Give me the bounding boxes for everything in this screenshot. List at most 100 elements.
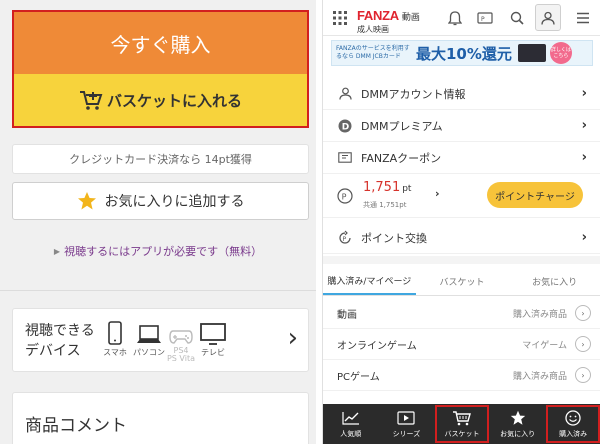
nav-label: シリーズ <box>392 430 421 438</box>
device-caption: スマホ <box>103 348 127 357</box>
devices-label: 視聴できる デバイス <box>25 321 95 361</box>
tab-basket[interactable]: バスケット <box>416 268 509 295</box>
product-purchase-panel: 今すぐ購入 バスケットに入れる クレジットカード決済なら 14pt獲得 お気に入… <box>0 0 316 444</box>
device-caption: テレビ <box>201 348 225 357</box>
section-name: 動画 <box>401 13 420 23</box>
menu-item-label: ポイント交換 <box>361 231 427 245</box>
list-item-video[interactable]: 動画 購入済み商品 › <box>323 298 600 329</box>
nav-label: お気に入り <box>500 430 536 438</box>
notifications-button[interactable] <box>445 8 465 28</box>
purchased-icon <box>565 410 581 426</box>
app-required-text: 視聴するにはアプリが必要です（無料） <box>64 245 263 258</box>
menu-item-dmm-premium[interactable]: D DMMプレミアム › <box>323 110 600 142</box>
device-pc: パソコン <box>131 319 167 358</box>
nav-basket[interactable]: バスケット <box>434 404 490 444</box>
add-to-favorites-button[interactable]: お気に入りに追加する <box>12 182 309 220</box>
chevron-right-icon: › <box>287 323 298 353</box>
chevron-right-icon: › <box>581 150 587 165</box>
nav-series[interactable]: シリーズ <box>379 404 435 444</box>
chevron-circle-icon: › <box>575 367 591 383</box>
chevron-right-icon: › <box>581 118 587 133</box>
bottom-navigation: 人気順 シリーズ バスケット お気に入り 購入済み <box>323 404 600 444</box>
menu-item-label: DMMプレミアム <box>361 119 443 133</box>
section-gap <box>323 256 600 264</box>
device-tv: テレビ <box>195 319 231 358</box>
header-bar: FANZA 動画 成人映画 P <box>323 0 600 36</box>
point-charge-label: ポイントチャージ <box>495 191 575 203</box>
nav-label: 購入済み <box>559 430 588 438</box>
list-item-link-text: 購入済み商品 <box>512 310 567 320</box>
person-icon <box>337 86 353 102</box>
app-required-link[interactable]: ▶ 視聴するにはアプリが必要です（無料） <box>0 240 316 262</box>
product-comment-section: 商品コメント <box>12 392 309 444</box>
svg-text:P: P <box>481 16 485 23</box>
chevron-circle-icon: › <box>575 305 591 321</box>
list-item-label: オンラインゲーム <box>337 340 417 352</box>
add-to-favorites-label: お気に入りに追加する <box>104 194 245 210</box>
menu-item-fanza-coupon[interactable]: FANZAクーポン › <box>323 142 600 174</box>
hamburger-menu-button[interactable] <box>573 8 593 28</box>
banner-big-text: 最大10%還元 <box>416 44 512 63</box>
tab-purchased-mypage[interactable]: 購入済み/マイページ <box>323 268 416 295</box>
buy-now-button[interactable]: 今すぐ購入 <box>12 10 309 74</box>
coupon-icon <box>337 150 353 166</box>
chevron-right-icon[interactable]: › <box>435 187 440 200</box>
points-total: 共通 1,751pt <box>363 201 407 209</box>
ranking-icon <box>342 412 359 425</box>
credit-points-text: クレジットカード決済なら 14pt獲得 <box>69 153 252 166</box>
points-balance-row: P 1,751 pt 共通 1,751pt › ポイントチャージ <box>323 174 600 218</box>
banner-badge: 詳しくはこちら <box>549 42 572 64</box>
svg-text:D: D <box>342 122 349 132</box>
device-smartphone: スマホ <box>97 319 133 358</box>
user-icon <box>541 11 555 25</box>
fanza-logo[interactable]: FANZA 動画 成人映画 <box>357 5 420 35</box>
exchange-icon: P <box>339 230 351 244</box>
star-icon <box>77 192 96 210</box>
menu-item-label: FANZAクーポン <box>361 151 442 165</box>
nav-label: 人気順 <box>340 430 362 438</box>
nav-purchased[interactable]: 購入済み <box>545 404 600 444</box>
add-to-basket-button[interactable]: バスケットに入れる <box>12 74 309 128</box>
nav-label: バスケット <box>444 430 480 438</box>
screen: 今すぐ購入 バスケットに入れる クレジットカード決済なら 14pt獲得 お気に入… <box>0 0 600 444</box>
menu-item-point-exchange[interactable]: P ポイント交換 › <box>323 222 600 254</box>
account-menu-panel: FANZA 動画 成人映画 P FANZAのサービスを利用するなら DMM JC… <box>322 0 600 444</box>
mypage-tabs: 購入済み/マイページ バスケット お気に入り <box>323 268 600 296</box>
nav-ranking[interactable]: 人気順 <box>323 404 379 444</box>
points-coin-icon: P <box>337 188 353 204</box>
divider <box>0 290 316 291</box>
tab-favorites[interactable]: お気に入り <box>508 268 600 295</box>
device-caption: PS4 PS Vita <box>166 346 195 363</box>
points-unit: pt <box>402 184 412 194</box>
svg-text:P: P <box>343 236 347 243</box>
account-menu-list: DMMアカウント情報 › D DMMプレミアム › FANZAクーポン › <box>323 78 600 174</box>
menu-item-dmm-account[interactable]: DMMアカウント情報 › <box>323 78 600 110</box>
list-item-label: 動画 <box>337 309 357 321</box>
cart-plus-icon <box>79 91 103 110</box>
device-caption: パソコン <box>133 348 165 357</box>
account-button[interactable] <box>535 4 561 31</box>
basket-icon <box>452 411 471 426</box>
supported-devices-card[interactable]: 視聴できる デバイス スマホ パソコン PS4 PS Vita テレビ › <box>12 308 309 372</box>
star-icon <box>510 410 525 425</box>
mypage-list: 動画 購入済み商品 › オンラインゲーム マイゲーム › PCゲーム 購入済み商… <box>323 298 600 391</box>
point-charge-button[interactable]: ポイントチャージ <box>487 182 583 208</box>
chevron-circle-icon: › <box>575 336 591 352</box>
grid-menu-icon[interactable] <box>333 11 347 25</box>
jcb-card-promo-banner[interactable]: FANZAのサービスを利用するなら DMM JCBカード 最大10%還元 詳しく… <box>331 40 593 66</box>
list-item-pc-game[interactable]: PCゲーム 購入済み商品 › <box>323 360 600 391</box>
nav-favorites[interactable]: お気に入り <box>490 404 546 444</box>
credit-card-image <box>517 44 546 62</box>
series-icon <box>397 411 415 425</box>
points-card-button[interactable]: P <box>475 8 495 28</box>
pc-icon <box>137 325 161 343</box>
subsection-name: 成人映画 <box>357 25 389 34</box>
list-item-online-game[interactable]: オンラインゲーム マイゲーム › <box>323 329 600 360</box>
points-value[interactable]: 1,751 pt <box>363 180 411 195</box>
dmm-premium-icon: D <box>337 118 353 134</box>
search-button[interactable] <box>507 8 527 28</box>
hamburger-icon <box>577 12 589 24</box>
points-number: 1,751 <box>363 180 401 195</box>
devices-label-line2: デバイス <box>25 343 81 359</box>
svg-text:P: P <box>342 192 347 201</box>
